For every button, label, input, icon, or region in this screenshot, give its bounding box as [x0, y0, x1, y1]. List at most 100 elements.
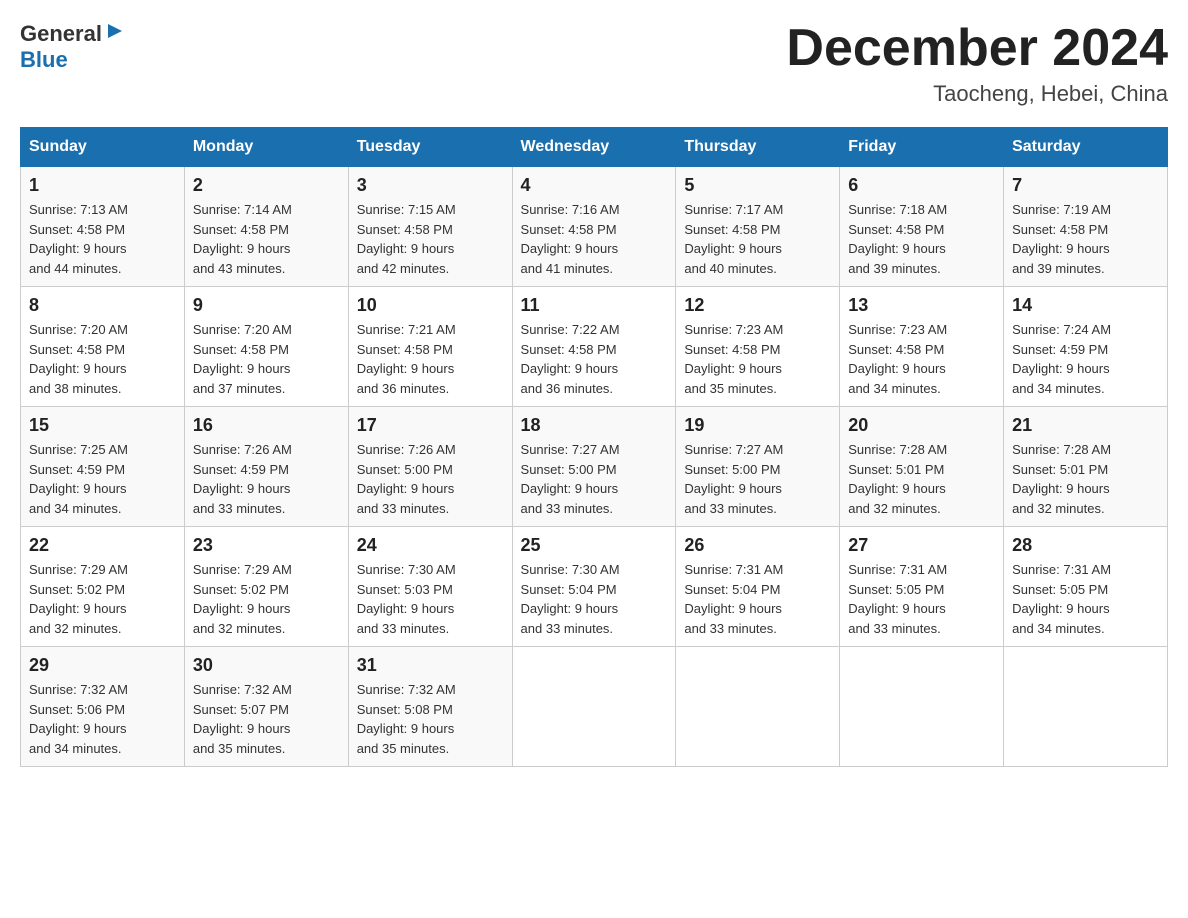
calendar-week-2: 8 Sunrise: 7:20 AMSunset: 4:58 PMDayligh… — [21, 287, 1168, 407]
calendar-day-30: 30 Sunrise: 7:32 AMSunset: 5:07 PMDaylig… — [184, 647, 348, 767]
col-tuesday: Tuesday — [348, 128, 512, 167]
calendar-table: Sunday Monday Tuesday Wednesday Thursday… — [20, 127, 1168, 767]
calendar-day-3: 3 Sunrise: 7:15 AMSunset: 4:58 PMDayligh… — [348, 167, 512, 287]
day-number: 29 — [29, 655, 176, 676]
col-sunday: Sunday — [21, 128, 185, 167]
calendar-day-11: 11 Sunrise: 7:22 AMSunset: 4:58 PMDaylig… — [512, 287, 676, 407]
calendar-day-4: 4 Sunrise: 7:16 AMSunset: 4:58 PMDayligh… — [512, 167, 676, 287]
day-info: Sunrise: 7:17 AMSunset: 4:58 PMDaylight:… — [684, 202, 783, 276]
calendar-day-31: 31 Sunrise: 7:32 AMSunset: 5:08 PMDaylig… — [348, 647, 512, 767]
day-number: 24 — [357, 535, 504, 556]
day-number: 15 — [29, 415, 176, 436]
day-info: Sunrise: 7:16 AMSunset: 4:58 PMDaylight:… — [521, 202, 620, 276]
calendar-day-18: 18 Sunrise: 7:27 AMSunset: 5:00 PMDaylig… — [512, 407, 676, 527]
calendar-day-5: 5 Sunrise: 7:17 AMSunset: 4:58 PMDayligh… — [676, 167, 840, 287]
calendar-empty-4-5 — [840, 647, 1004, 767]
day-info: Sunrise: 7:32 AMSunset: 5:08 PMDaylight:… — [357, 682, 456, 756]
day-info: Sunrise: 7:29 AMSunset: 5:02 PMDaylight:… — [193, 562, 292, 636]
day-info: Sunrise: 7:28 AMSunset: 5:01 PMDaylight:… — [1012, 442, 1111, 516]
col-saturday: Saturday — [1004, 128, 1168, 167]
day-number: 31 — [357, 655, 504, 676]
calendar-day-22: 22 Sunrise: 7:29 AMSunset: 5:02 PMDaylig… — [21, 527, 185, 647]
calendar-header-row: Sunday Monday Tuesday Wednesday Thursday… — [21, 128, 1168, 167]
day-number: 26 — [684, 535, 831, 556]
day-info: Sunrise: 7:20 AMSunset: 4:58 PMDaylight:… — [193, 322, 292, 396]
day-number: 11 — [521, 295, 668, 316]
day-number: 23 — [193, 535, 340, 556]
calendar-day-26: 26 Sunrise: 7:31 AMSunset: 5:04 PMDaylig… — [676, 527, 840, 647]
calendar-day-21: 21 Sunrise: 7:28 AMSunset: 5:01 PMDaylig… — [1004, 407, 1168, 527]
day-number: 25 — [521, 535, 668, 556]
day-info: Sunrise: 7:24 AMSunset: 4:59 PMDaylight:… — [1012, 322, 1111, 396]
month-title: December 2024 — [786, 20, 1168, 77]
calendar-week-1: 1 Sunrise: 7:13 AMSunset: 4:58 PMDayligh… — [21, 167, 1168, 287]
location-title: Taocheng, Hebei, China — [786, 81, 1168, 107]
day-info: Sunrise: 7:23 AMSunset: 4:58 PMDaylight:… — [848, 322, 947, 396]
col-monday: Monday — [184, 128, 348, 167]
day-number: 5 — [684, 175, 831, 196]
calendar-day-2: 2 Sunrise: 7:14 AMSunset: 4:58 PMDayligh… — [184, 167, 348, 287]
day-info: Sunrise: 7:30 AMSunset: 5:04 PMDaylight:… — [521, 562, 620, 636]
day-info: Sunrise: 7:30 AMSunset: 5:03 PMDaylight:… — [357, 562, 456, 636]
calendar-day-20: 20 Sunrise: 7:28 AMSunset: 5:01 PMDaylig… — [840, 407, 1004, 527]
day-number: 8 — [29, 295, 176, 316]
day-info: Sunrise: 7:31 AMSunset: 5:04 PMDaylight:… — [684, 562, 783, 636]
day-info: Sunrise: 7:19 AMSunset: 4:58 PMDaylight:… — [1012, 202, 1111, 276]
day-number: 28 — [1012, 535, 1159, 556]
day-number: 27 — [848, 535, 995, 556]
calendar-week-3: 15 Sunrise: 7:25 AMSunset: 4:59 PMDaylig… — [21, 407, 1168, 527]
calendar-empty-4-4 — [676, 647, 840, 767]
day-number: 21 — [1012, 415, 1159, 436]
day-info: Sunrise: 7:27 AMSunset: 5:00 PMDaylight:… — [521, 442, 620, 516]
calendar-day-7: 7 Sunrise: 7:19 AMSunset: 4:58 PMDayligh… — [1004, 167, 1168, 287]
calendar-day-29: 29 Sunrise: 7:32 AMSunset: 5:06 PMDaylig… — [21, 647, 185, 767]
logo-general-text: General — [20, 21, 102, 47]
calendar-day-9: 9 Sunrise: 7:20 AMSunset: 4:58 PMDayligh… — [184, 287, 348, 407]
logo: General Blue — [20, 20, 126, 73]
calendar-empty-4-3 — [512, 647, 676, 767]
calendar-day-13: 13 Sunrise: 7:23 AMSunset: 4:58 PMDaylig… — [840, 287, 1004, 407]
logo-arrow-icon — [104, 20, 126, 42]
day-number: 3 — [357, 175, 504, 196]
day-number: 9 — [193, 295, 340, 316]
day-number: 6 — [848, 175, 995, 196]
calendar-day-28: 28 Sunrise: 7:31 AMSunset: 5:05 PMDaylig… — [1004, 527, 1168, 647]
day-info: Sunrise: 7:23 AMSunset: 4:58 PMDaylight:… — [684, 322, 783, 396]
calendar-week-5: 29 Sunrise: 7:32 AMSunset: 5:06 PMDaylig… — [21, 647, 1168, 767]
day-info: Sunrise: 7:31 AMSunset: 5:05 PMDaylight:… — [1012, 562, 1111, 636]
day-number: 7 — [1012, 175, 1159, 196]
calendar-day-19: 19 Sunrise: 7:27 AMSunset: 5:00 PMDaylig… — [676, 407, 840, 527]
day-number: 30 — [193, 655, 340, 676]
calendar-day-16: 16 Sunrise: 7:26 AMSunset: 4:59 PMDaylig… — [184, 407, 348, 527]
day-info: Sunrise: 7:15 AMSunset: 4:58 PMDaylight:… — [357, 202, 456, 276]
day-number: 22 — [29, 535, 176, 556]
day-number: 10 — [357, 295, 504, 316]
day-number: 16 — [193, 415, 340, 436]
day-info: Sunrise: 7:21 AMSunset: 4:58 PMDaylight:… — [357, 322, 456, 396]
day-number: 4 — [521, 175, 668, 196]
day-number: 17 — [357, 415, 504, 436]
day-info: Sunrise: 7:22 AMSunset: 4:58 PMDaylight:… — [521, 322, 620, 396]
calendar-day-12: 12 Sunrise: 7:23 AMSunset: 4:58 PMDaylig… — [676, 287, 840, 407]
day-number: 18 — [521, 415, 668, 436]
day-info: Sunrise: 7:18 AMSunset: 4:58 PMDaylight:… — [848, 202, 947, 276]
calendar-day-8: 8 Sunrise: 7:20 AMSunset: 4:58 PMDayligh… — [21, 287, 185, 407]
day-info: Sunrise: 7:26 AMSunset: 5:00 PMDaylight:… — [357, 442, 456, 516]
day-number: 19 — [684, 415, 831, 436]
calendar-day-15: 15 Sunrise: 7:25 AMSunset: 4:59 PMDaylig… — [21, 407, 185, 527]
day-number: 2 — [193, 175, 340, 196]
calendar-week-4: 22 Sunrise: 7:29 AMSunset: 5:02 PMDaylig… — [21, 527, 1168, 647]
calendar-empty-4-6 — [1004, 647, 1168, 767]
day-info: Sunrise: 7:26 AMSunset: 4:59 PMDaylight:… — [193, 442, 292, 516]
col-friday: Friday — [840, 128, 1004, 167]
day-info: Sunrise: 7:31 AMSunset: 5:05 PMDaylight:… — [848, 562, 947, 636]
calendar-day-24: 24 Sunrise: 7:30 AMSunset: 5:03 PMDaylig… — [348, 527, 512, 647]
day-number: 13 — [848, 295, 995, 316]
calendar-day-10: 10 Sunrise: 7:21 AMSunset: 4:58 PMDaylig… — [348, 287, 512, 407]
day-number: 1 — [29, 175, 176, 196]
calendar-day-17: 17 Sunrise: 7:26 AMSunset: 5:00 PMDaylig… — [348, 407, 512, 527]
col-thursday: Thursday — [676, 128, 840, 167]
calendar-title-block: December 2024 Taocheng, Hebei, China — [786, 20, 1168, 107]
day-info: Sunrise: 7:29 AMSunset: 5:02 PMDaylight:… — [29, 562, 128, 636]
calendar-day-25: 25 Sunrise: 7:30 AMSunset: 5:04 PMDaylig… — [512, 527, 676, 647]
